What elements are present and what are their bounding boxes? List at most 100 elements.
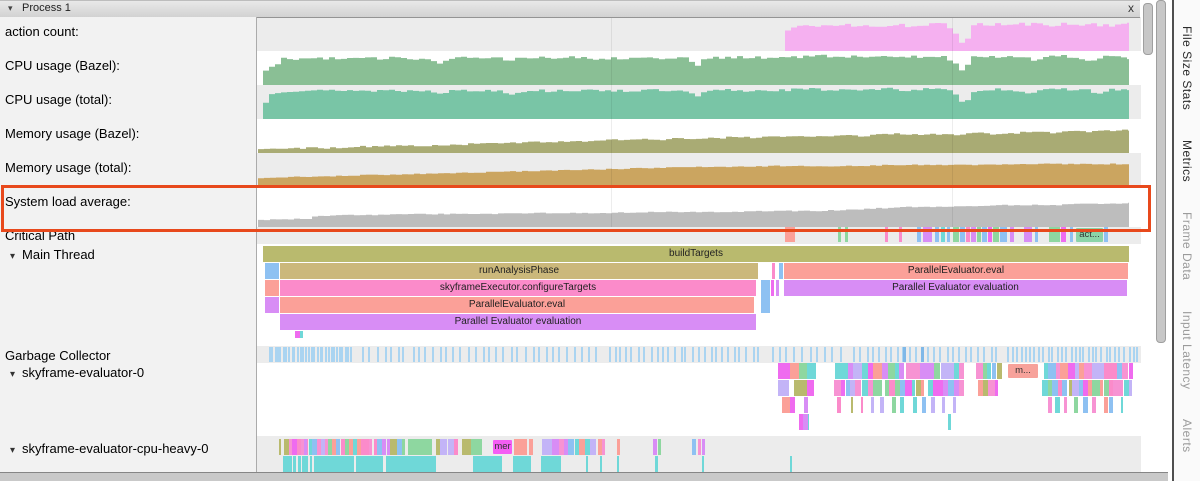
gc-event-tick[interactable]: [657, 347, 659, 362]
gc-event-tick[interactable]: [692, 347, 694, 362]
trace-slice[interactable]: [772, 263, 775, 279]
gc-event-tick[interactable]: [903, 347, 906, 362]
gc-event-tick[interactable]: [1021, 347, 1023, 362]
gc-event-tick[interactable]: [810, 347, 812, 362]
trace-slice[interactable]: [692, 439, 696, 455]
gc-event-tick[interactable]: [368, 347, 370, 362]
gc-event-tick[interactable]: [947, 347, 949, 362]
gc-event-tick[interactable]: [297, 347, 299, 362]
gc-event-tick[interactable]: [667, 347, 669, 362]
trace-slice[interactable]: ParallelEvaluator.eval: [784, 263, 1128, 279]
gc-event-tick[interactable]: [872, 347, 874, 362]
gc-event-tick[interactable]: [432, 347, 434, 362]
trace-slice[interactable]: [600, 456, 602, 472]
gc-event-tick[interactable]: [350, 347, 352, 362]
trace-slice[interactable]: [310, 456, 312, 472]
gc-event-tick[interactable]: [734, 347, 736, 362]
gc-event-tick[interactable]: [558, 347, 560, 362]
trace-slice[interactable]: [1122, 363, 1128, 379]
trace-slice[interactable]: [862, 380, 868, 396]
trace-slice[interactable]: [1121, 397, 1123, 413]
gc-event-tick[interactable]: [1118, 347, 1120, 362]
side-tab-alerts[interactable]: Alerts: [1180, 419, 1194, 453]
gc-event-tick[interactable]: [753, 347, 755, 362]
trace-slice[interactable]: [1042, 380, 1048, 396]
gc-event-tick[interactable]: [630, 347, 632, 362]
critical-path-event[interactable]: [966, 227, 970, 242]
gc-event-tick[interactable]: [711, 347, 713, 362]
trace-slice[interactable]: [1104, 363, 1110, 379]
gc-event-tick[interactable]: [897, 347, 899, 362]
critical-path-event[interactable]: [993, 227, 999, 242]
trace-slice[interactable]: [934, 363, 940, 379]
trace-slice[interactable]: [381, 456, 383, 472]
trace-slice[interactable]: [807, 380, 814, 396]
close-icon[interactable]: x: [1128, 1, 1134, 15]
trace-slice[interactable]: [543, 456, 545, 472]
trace-slice[interactable]: [807, 363, 816, 379]
gc-event-tick[interactable]: [674, 347, 676, 362]
gc-event-tick[interactable]: [313, 347, 315, 362]
trace-slice-chip[interactable]: mer: [493, 440, 512, 454]
gc-event-tick[interactable]: [638, 347, 640, 362]
gc-event-tick[interactable]: [1095, 347, 1097, 362]
gc-event-tick[interactable]: [738, 347, 740, 362]
trace-slice[interactable]: [1129, 363, 1133, 379]
gc-event-tick[interactable]: [418, 347, 420, 362]
gc-event-tick[interactable]: [824, 347, 826, 362]
critical-path-event[interactable]: [1061, 227, 1066, 242]
trace-slice[interactable]: [1109, 397, 1113, 413]
trace-slice[interactable]: [300, 331, 303, 338]
critical-path-event[interactable]: [971, 227, 976, 242]
critical-path-event[interactable]: [988, 227, 992, 242]
trace-slice[interactable]: [279, 439, 281, 455]
gc-event-tick[interactable]: [1025, 347, 1027, 362]
trace-slice[interactable]: [336, 439, 339, 455]
gc-event-tick[interactable]: [909, 347, 911, 362]
trace-slice[interactable]: [471, 439, 482, 455]
gc-event-tick[interactable]: [1136, 347, 1138, 362]
trace-slice[interactable]: [873, 363, 883, 379]
trace-slice[interactable]: [1048, 397, 1052, 413]
gc-event-tick[interactable]: [651, 347, 653, 362]
gc-event-tick[interactable]: [757, 347, 759, 362]
gc-event-tick[interactable]: [321, 347, 323, 362]
trace-slice[interactable]: [617, 456, 619, 472]
trace-slice[interactable]: [790, 363, 800, 379]
trace-slice-chip[interactable]: m...: [1008, 364, 1038, 378]
trace-slice[interactable]: [871, 397, 874, 413]
gc-event-tick[interactable]: [468, 347, 470, 362]
critical-path-event[interactable]: [917, 227, 921, 242]
gc-event-tick[interactable]: [475, 347, 477, 362]
trace-slice[interactable]: [1052, 380, 1058, 396]
gc-event-tick[interactable]: [511, 347, 513, 362]
trace-slice[interactable]: [912, 380, 915, 396]
gc-event-tick[interactable]: [643, 347, 645, 362]
trace-slice[interactable]: [369, 439, 372, 455]
trace-slice[interactable]: [803, 414, 808, 430]
gc-event-tick[interactable]: [890, 347, 892, 362]
trace-slice[interactable]: [408, 439, 432, 455]
trace-slice[interactable]: [586, 456, 588, 472]
critical-path-event[interactable]: [941, 227, 945, 242]
gc-event-tick[interactable]: [546, 347, 548, 362]
gc-event-tick[interactable]: [398, 347, 400, 362]
critical-path-event[interactable]: [885, 227, 888, 242]
gc-event-tick[interactable]: [362, 347, 364, 362]
gc-event-tick[interactable]: [831, 347, 833, 362]
gc-event-tick[interactable]: [333, 347, 335, 362]
gc-event-tick[interactable]: [445, 347, 447, 362]
gc-event-tick[interactable]: [662, 347, 664, 362]
gc-event-tick[interactable]: [684, 347, 686, 362]
critical-path-event[interactable]: [838, 227, 841, 242]
trace-slice[interactable]: [837, 397, 841, 413]
trace-slice[interactable]: [776, 280, 779, 296]
trace-slice[interactable]: [265, 263, 279, 279]
trace-slice[interactable]: [892, 397, 895, 413]
trace-slice[interactable]: [433, 456, 437, 472]
gc-event-tick[interactable]: [566, 347, 568, 362]
gc-event-tick[interactable]: [1038, 347, 1040, 362]
trace-slice[interactable]: [304, 439, 307, 455]
critical-path-event[interactable]: [899, 227, 902, 242]
trace-slice[interactable]: [289, 456, 292, 472]
